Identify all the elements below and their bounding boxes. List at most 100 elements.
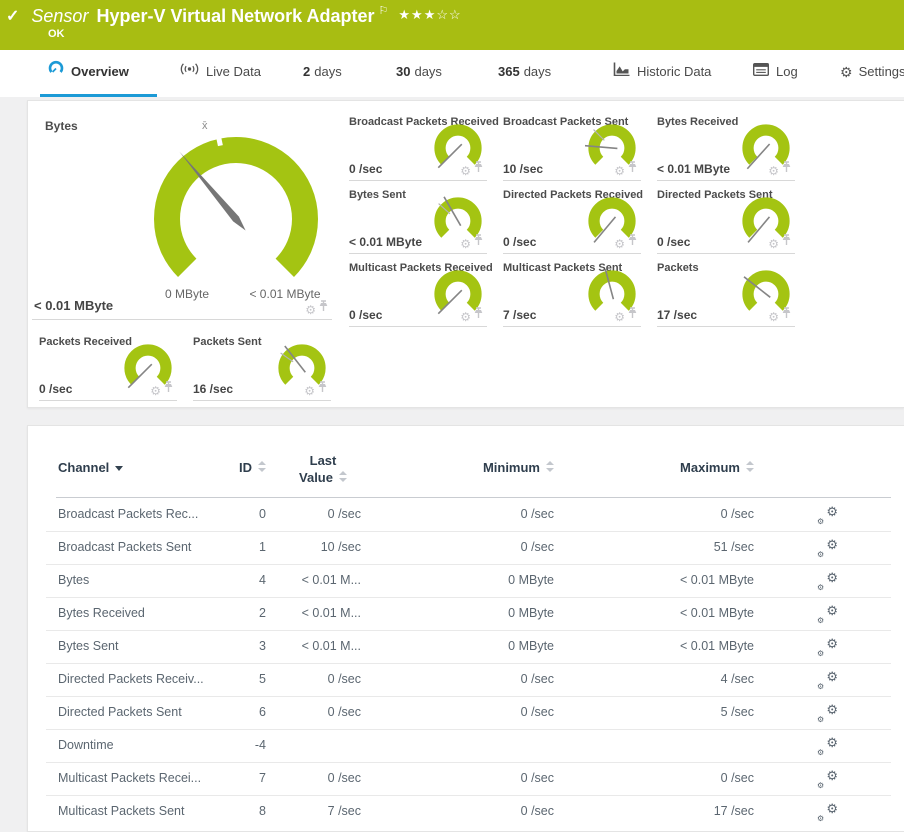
gear-icon[interactable]: ⚙ xyxy=(614,237,625,251)
gear-icon: ⚙ xyxy=(840,63,853,80)
sensor-title-row: ✓ Sensor Hyper-V Virtual Network Adapter ⚐ ★… xyxy=(6,4,462,30)
gear-icon[interactable]: ⚙ xyxy=(614,164,625,178)
column-header-minimum[interactable]: Minimum xyxy=(368,460,554,475)
gauge-value: 17 /sec xyxy=(657,308,698,322)
pin-icon[interactable] xyxy=(782,233,791,251)
gauge-cell-packets-received[interactable]: Packets Received 0 /sec ⚙ xyxy=(39,334,177,401)
gauge-value: < 0.01 MByte xyxy=(349,235,423,249)
gauge-cell-actions: ⚙ xyxy=(305,299,328,317)
channel-settings-icon[interactable]: ⚙ ⚙ xyxy=(817,702,838,724)
tab-log[interactable]: Log xyxy=(745,50,806,94)
flag-icon[interactable]: ⚐ xyxy=(379,4,389,17)
channel-settings-icon[interactable]: ⚙ ⚙ xyxy=(817,735,838,757)
table-row-multicast-packets-recei: Multicast Packets Recei... 7 0 /sec 0 /sec 0… xyxy=(28,762,904,795)
gear-icon[interactable]: ⚙ xyxy=(460,237,471,251)
column-header-id[interactable]: ID xyxy=(228,460,266,475)
gauge-cell-directed-packets-sent[interactable]: Directed Packets Sent 0 /sec ⚙ xyxy=(657,187,795,254)
tab-label: days xyxy=(314,64,342,79)
channel-settings-icon[interactable]: ⚙ ⚙ xyxy=(817,636,838,658)
tab-overview[interactable]: Overview xyxy=(40,50,157,97)
pin-icon[interactable] xyxy=(628,233,637,251)
gear-icon[interactable]: ⚙ xyxy=(614,310,625,324)
tab-2-days[interactable]: 2 days xyxy=(295,50,350,94)
sort-desc-icon xyxy=(115,466,124,471)
pin-icon[interactable] xyxy=(474,160,483,178)
cell-last-value: < 0.01 M... xyxy=(301,639,361,653)
priority-stars[interactable]: ★★★☆☆ xyxy=(398,7,461,23)
cell-last-value: 10 /sec xyxy=(320,540,361,554)
gauge-cell-broadcast-packets-sent[interactable]: Broadcast Packets Sent 10 /sec ⚙ xyxy=(503,114,641,181)
gauge-cell-multicast-packets-sent[interactable]: Multicast Packets Sent 7 /sec ⚙ xyxy=(503,260,641,327)
cell-channel: Bytes Received xyxy=(58,606,145,620)
channel-table-panel: Channel ID Last Value Minimum Maximum Bro… xyxy=(27,425,904,832)
cell-maximum: 0 /sec xyxy=(720,771,754,785)
gauge-value: 10 /sec xyxy=(503,162,544,176)
channel-settings-icon[interactable]: ⚙ ⚙ xyxy=(817,570,838,592)
bytes-gauge xyxy=(136,124,336,284)
gauge-cell-actions: ⚙ xyxy=(460,233,483,251)
gauge-cell-actions: ⚙ xyxy=(614,160,637,178)
table-row-bytes-sent: Bytes Sent 3 < 0.01 M... 0 MByte < 0.01 MByt… xyxy=(28,630,904,663)
gear-icon[interactable]: ⚙ xyxy=(768,310,779,324)
channel-settings-icon[interactable]: ⚙ ⚙ xyxy=(817,801,838,823)
tab-label: Historic Data xyxy=(637,64,712,79)
tab-30-days[interactable]: 30 days xyxy=(388,50,450,94)
historic-data-icon xyxy=(613,50,630,94)
pin-icon[interactable] xyxy=(319,299,328,317)
column-header-channel[interactable]: Channel xyxy=(58,460,228,475)
prtg-sensor-page: ✓ Sensor Hyper-V Virtual Network Adapter ⚐ ★… xyxy=(0,0,904,832)
channel-settings-icon[interactable]: ⚙ ⚙ xyxy=(817,504,838,526)
column-header-maximum[interactable]: Maximum xyxy=(568,460,754,475)
channel-settings-icon[interactable]: ⚙ ⚙ xyxy=(817,768,838,790)
channel-table-header: Channel ID Last Value Minimum Maximum xyxy=(28,446,904,498)
channel-table-body: Broadcast Packets Rec... 0 0 /sec 0 /sec 0 /… xyxy=(28,498,904,828)
tab-365-days[interactable]: 365 days xyxy=(490,50,559,94)
tab-number: 30 xyxy=(396,64,411,79)
cell-maximum: 5 /sec xyxy=(720,705,754,719)
column-header-last-value[interactable]: Last Value xyxy=(278,452,368,486)
sort-icon xyxy=(745,461,754,473)
tab-settings[interactable]: ⚙ Settings xyxy=(832,50,904,94)
gauge-cell-actions: ⚙ xyxy=(768,160,791,178)
cell-minimum: 0 MByte xyxy=(508,573,554,587)
cell-id: 7 xyxy=(259,771,266,785)
gear-icon[interactable]: ⚙ xyxy=(304,384,315,398)
pin-icon[interactable] xyxy=(628,160,637,178)
tab-label: Overview xyxy=(71,64,129,79)
gear-icon[interactable]: ⚙ xyxy=(460,310,471,324)
tab-label: days xyxy=(523,64,552,79)
pin-icon[interactable] xyxy=(474,306,483,324)
gauge-cell-broadcast-packets-received[interactable]: Broadcast Packets Received 0 /sec ⚙ xyxy=(349,114,499,181)
table-row-bytes-received: Bytes Received 2 < 0.01 M... 0 MByte < 0.01 … xyxy=(28,597,904,630)
pin-icon[interactable] xyxy=(782,160,791,178)
gear-icon[interactable]: ⚙ xyxy=(305,303,316,317)
channel-settings-icon[interactable]: ⚙ ⚙ xyxy=(817,669,838,691)
gauge-cell-bytes[interactable]: Bytes x̄ 0 MByte < 0.01 MByte < 0.01 MBy… xyxy=(32,114,332,320)
pin-icon[interactable] xyxy=(782,306,791,324)
gear-icon[interactable]: ⚙ xyxy=(768,164,779,178)
gauge-cell-packets[interactable]: Packets 17 /sec ⚙ xyxy=(657,260,795,327)
tab-historic-data[interactable]: Historic Data xyxy=(605,50,719,94)
pin-icon[interactable] xyxy=(318,380,327,398)
gear-icon[interactable]: ⚙ xyxy=(768,237,779,251)
gauge-cell-packets-sent[interactable]: Packets Sent 16 /sec ⚙ xyxy=(193,334,331,401)
tab-live-data[interactable]: Live Data xyxy=(172,50,269,94)
pin-icon[interactable] xyxy=(164,380,173,398)
cell-id: -4 xyxy=(254,738,266,752)
channel-settings-icon[interactable]: ⚙ ⚙ xyxy=(817,603,838,625)
gauge-cell-multicast-packets-received[interactable]: Multicast Packets Received 0 /sec ⚙ xyxy=(349,260,493,327)
gauge-cell-directed-packets-received[interactable]: Directed Packets Received 0 /sec ⚙ xyxy=(503,187,643,254)
gauge-cell-bytes-sent[interactable]: Bytes Sent < 0.01 MByte ⚙ xyxy=(349,187,487,254)
gauge-cell-actions: ⚙ xyxy=(460,160,483,178)
channel-settings-icon[interactable]: ⚙ ⚙ xyxy=(817,537,838,559)
gear-icon[interactable]: ⚙ xyxy=(460,164,471,178)
sensor-status-badge: OK xyxy=(48,28,65,40)
pin-icon[interactable] xyxy=(628,306,637,324)
page-title: Hyper-V Virtual Network Adapter xyxy=(96,6,375,26)
cell-channel: Bytes xyxy=(58,573,90,587)
gear-icon[interactable]: ⚙ xyxy=(150,384,161,398)
sort-icon xyxy=(257,461,266,473)
pin-icon[interactable] xyxy=(474,233,483,251)
gauge-cell-bytes-received[interactable]: Bytes Received < 0.01 MByte ⚙ xyxy=(657,114,795,181)
cell-maximum: 51 /sec xyxy=(713,540,754,554)
